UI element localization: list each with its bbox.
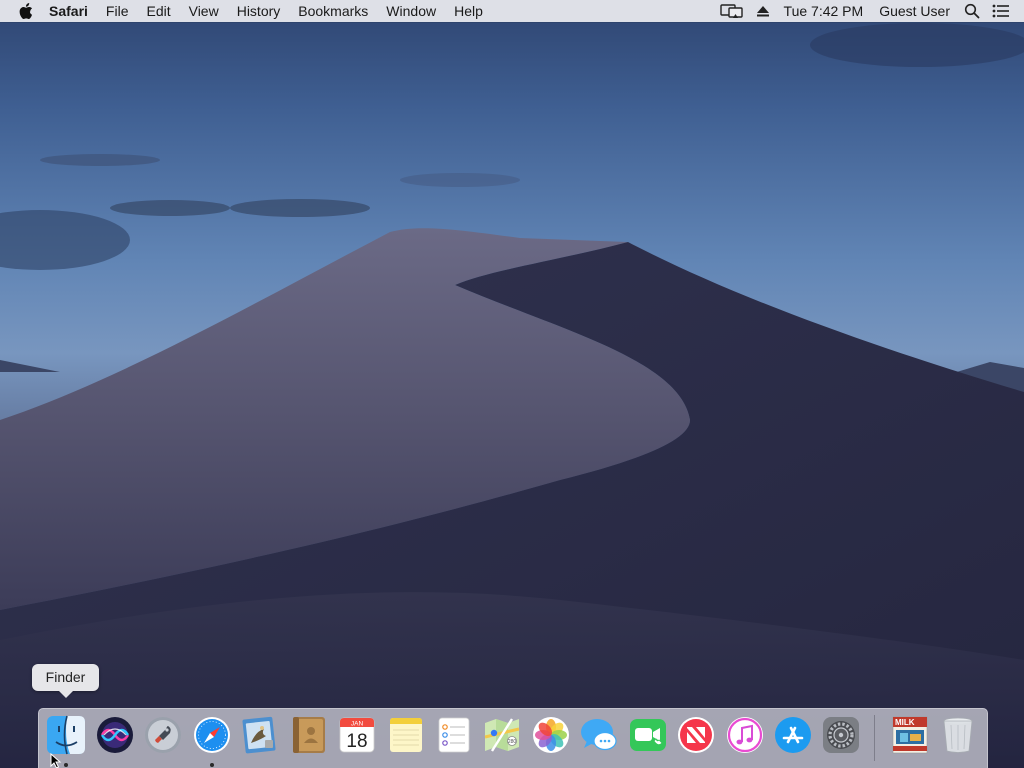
airplay-display-icon[interactable] xyxy=(714,0,750,22)
stack-label: MILK xyxy=(895,718,915,727)
menu-bar: Safari File Edit View History Bookmarks … xyxy=(0,0,1024,22)
menu-clock[interactable]: Tue 7:42 PM xyxy=(776,0,872,22)
reminders-icon[interactable] xyxy=(434,715,474,755)
spotlight-search-icon[interactable] xyxy=(958,0,986,22)
mail-icon[interactable] xyxy=(240,715,280,755)
system-preferences-icon[interactable] xyxy=(821,715,861,755)
desktop[interactable]: Safari File Edit View History Bookmarks … xyxy=(0,0,1024,768)
notes-icon[interactable] xyxy=(386,715,426,755)
itunes-icon[interactable] xyxy=(725,715,765,755)
calendar-month: JAN xyxy=(351,721,364,728)
apple-menu-icon[interactable] xyxy=(16,0,36,22)
menu-view[interactable]: View xyxy=(180,0,228,22)
dock: JAN 18 280 MILK xyxy=(38,708,988,768)
safari-icon[interactable] xyxy=(192,715,232,755)
finder-icon[interactable] xyxy=(46,715,86,755)
menu-app-name[interactable]: Safari xyxy=(40,0,97,22)
contacts-icon[interactable] xyxy=(289,715,329,755)
menu-user[interactable]: Guest User xyxy=(871,0,958,22)
calendar-day: 18 xyxy=(346,731,367,752)
mouse-cursor-icon xyxy=(50,753,62,768)
safari-running-indicator xyxy=(210,763,214,767)
menu-help[interactable]: Help xyxy=(445,0,492,22)
app-store-icon[interactable] xyxy=(773,715,813,755)
menu-history[interactable]: History xyxy=(228,0,290,22)
menu-bookmarks[interactable]: Bookmarks xyxy=(289,0,377,22)
news-icon[interactable] xyxy=(676,715,716,755)
dock-separator xyxy=(874,715,875,761)
launchpad-icon[interactable] xyxy=(143,715,183,755)
messages-icon[interactable] xyxy=(579,715,619,755)
finder-running-indicator xyxy=(64,763,68,767)
siri-icon[interactable] xyxy=(95,715,135,755)
downloads-stack-icon[interactable]: MILK xyxy=(890,715,930,755)
maps-icon[interactable]: 280 xyxy=(482,715,522,755)
calendar-icon[interactable]: JAN 18 xyxy=(337,715,377,755)
menu-edit[interactable]: Edit xyxy=(137,0,179,22)
trash-icon[interactable] xyxy=(938,715,978,755)
dock-tooltip: Finder xyxy=(32,664,99,698)
svg-text:280: 280 xyxy=(508,739,517,745)
photos-icon[interactable] xyxy=(531,715,571,755)
notification-center-icon[interactable] xyxy=(986,0,1024,22)
menu-window[interactable]: Window xyxy=(377,0,445,22)
eject-icon[interactable] xyxy=(750,0,776,22)
menu-file[interactable]: File xyxy=(97,0,138,22)
wallpaper xyxy=(0,23,1024,768)
facetime-icon[interactable] xyxy=(628,715,668,755)
